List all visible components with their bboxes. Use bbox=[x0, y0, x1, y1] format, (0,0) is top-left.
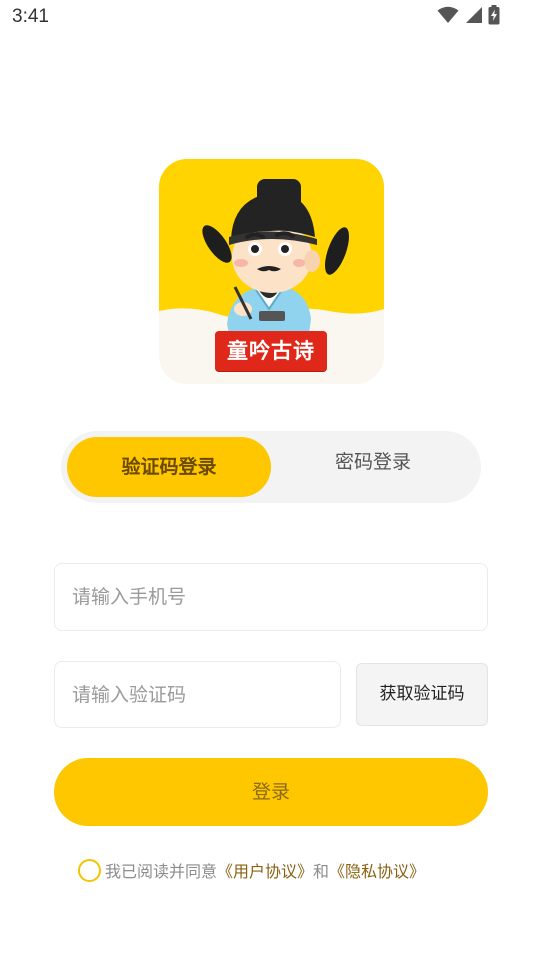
user-agreement-link[interactable]: 《用户协议》 bbox=[217, 858, 313, 882]
status-bar: 3:41 bbox=[0, 0, 540, 36]
signal-icon bbox=[464, 6, 483, 28]
get-code-button[interactable]: 获取验证码 bbox=[356, 663, 488, 726]
agreement-prefix: 我已阅读并同意 bbox=[105, 862, 218, 881]
battery-charging-icon bbox=[488, 5, 500, 29]
wifi-icon bbox=[437, 6, 459, 28]
tab-password-login[interactable]: 密码登录 bbox=[289, 431, 457, 503]
agreement-conjunction: 和 bbox=[313, 862, 330, 881]
agreement-checkbox[interactable] bbox=[78, 858, 101, 882]
agreement-row: 我已阅读并同意 《用户协议》 和 《隐私协议》 bbox=[78, 856, 425, 884]
phone-input[interactable] bbox=[54, 563, 488, 631]
tab-sms-login[interactable]: 验证码登录 bbox=[67, 437, 271, 497]
verification-code-input[interactable] bbox=[54, 661, 341, 728]
privacy-policy-link[interactable]: 《隐私协议》 bbox=[329, 858, 425, 882]
login-mode-tabs: 验证码登录 密码登录 bbox=[61, 431, 481, 503]
status-time: 3:41 bbox=[12, 6, 49, 27]
logo-badge: 童吟古诗 bbox=[215, 331, 327, 371]
status-icons bbox=[437, 5, 500, 29]
login-button[interactable]: 登录 bbox=[54, 758, 488, 826]
app-logo: 童吟古诗 bbox=[159, 159, 384, 384]
